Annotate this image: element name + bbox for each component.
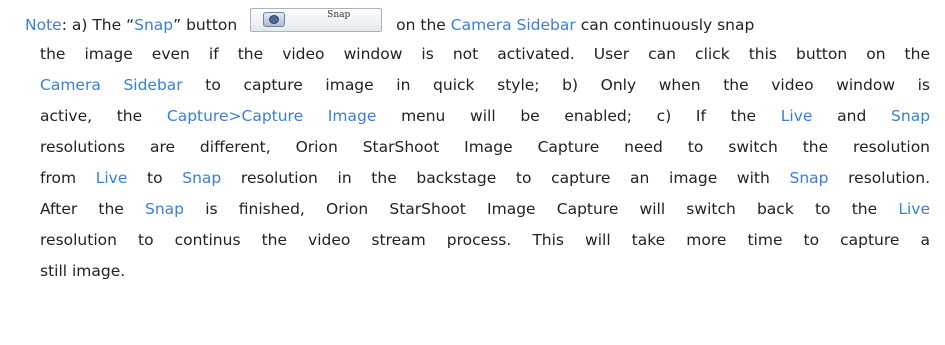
note-line-8: resolution to continus the video stream … bbox=[40, 225, 930, 256]
snap-term: Snap bbox=[789, 169, 829, 187]
note-text: : a) The “ bbox=[61, 16, 135, 34]
note-text: can continuously snap bbox=[580, 16, 755, 34]
note-text: active, the bbox=[40, 107, 143, 125]
snap-term: Snap bbox=[145, 200, 185, 218]
note-text: the image even if the video window is no… bbox=[40, 45, 930, 63]
note-line-4: active, the Capture>Capture Image menu w… bbox=[40, 101, 930, 132]
snap-term: Snap bbox=[182, 169, 222, 187]
note-text: still image. bbox=[40, 262, 126, 280]
note-paragraph: Note: a) The “Snap” button Snap on the C… bbox=[25, 8, 930, 287]
snap-button-label: Snap bbox=[327, 10, 351, 20]
note-text: ” button bbox=[173, 16, 238, 34]
snap-button-image: Snap bbox=[250, 8, 383, 32]
camera-sidebar-term: Camera Sidebar bbox=[40, 76, 183, 94]
live-term: Live bbox=[898, 200, 930, 218]
note-text: resolution in the backstage to capture a… bbox=[240, 169, 770, 187]
note-label: Note bbox=[25, 16, 62, 34]
note-line-1: Note: a) The “Snap” button Snap on the C… bbox=[25, 8, 930, 39]
note-line-5: resolutions are different, Orion StarSho… bbox=[40, 132, 930, 163]
live-term: Live bbox=[780, 107, 813, 125]
note-text: and bbox=[837, 107, 867, 125]
capture-menu-term: Capture>Capture Image bbox=[166, 107, 377, 125]
note-line-7: After the Snap is finished, Orion StarSh… bbox=[40, 194, 930, 225]
camera-icon bbox=[263, 12, 286, 27]
snap-term: Snap bbox=[891, 107, 931, 125]
note-text: After the bbox=[40, 200, 124, 218]
note-text: to capture image in quick style; b) Only… bbox=[205, 76, 930, 94]
note-text: on the bbox=[396, 16, 446, 34]
snap-term: Snap bbox=[134, 16, 174, 34]
camera-sidebar-term: Camera Sidebar bbox=[450, 16, 576, 34]
note-text: resolution to continus the video stream … bbox=[40, 231, 930, 249]
note-text: resolution. bbox=[848, 169, 931, 187]
note-text: from bbox=[40, 169, 77, 187]
note-text: menu will be enabled; c) If the bbox=[401, 107, 757, 125]
note-text: to bbox=[147, 169, 163, 187]
note-line-3: Camera Sidebar to capture image in quick… bbox=[40, 70, 930, 101]
note-text: is finished, Orion StarShoot Image Captu… bbox=[205, 200, 878, 218]
note-line-9: still image. bbox=[40, 256, 930, 287]
note-line-2: the image even if the video window is no… bbox=[40, 39, 930, 70]
live-term: Live bbox=[95, 169, 128, 187]
note-line-6: from Live to Snap resolution in the back… bbox=[40, 163, 930, 194]
note-text: resolutions are different, Orion StarSho… bbox=[40, 138, 930, 156]
